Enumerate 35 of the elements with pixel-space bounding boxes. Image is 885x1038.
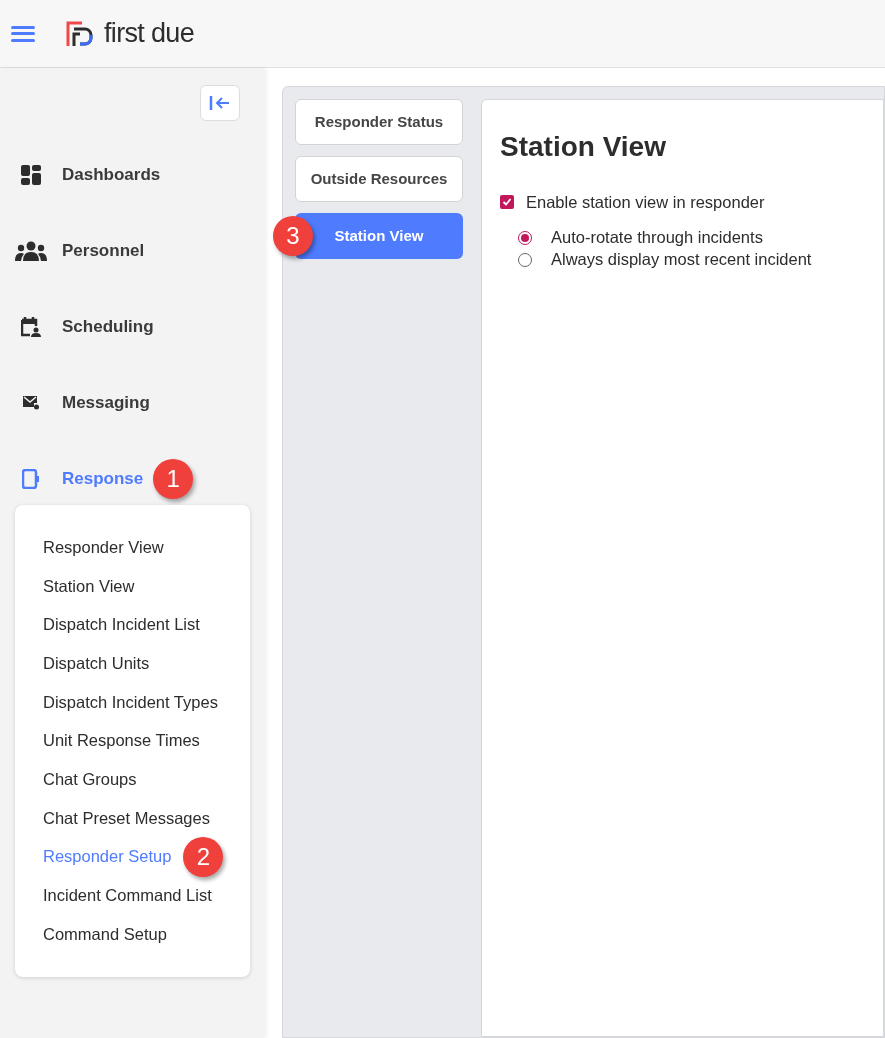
submenu-item[interactable]: Dispatch Units xyxy=(43,651,150,676)
submenu-item[interactable]: Station View xyxy=(43,573,135,599)
callout-badge: 1 xyxy=(153,459,194,499)
submenu-item[interactable]: Unit Response Times xyxy=(43,728,200,754)
nav-item[interactable]: Personnel xyxy=(62,238,145,264)
submenu-item[interactable]: Dispatch Incident List xyxy=(43,612,200,638)
tab[interactable]: Responder Status xyxy=(295,99,463,145)
mail-icon xyxy=(23,395,39,411)
submenu-item[interactable]: Responder Setup xyxy=(43,844,172,870)
submenu-item[interactable]: Responder View xyxy=(43,534,164,560)
radio-label: Auto-rotate through incidents xyxy=(551,227,763,249)
submenu-item[interactable]: Dispatch Incident Types xyxy=(43,689,218,715)
nav-item[interactable]: Messaging xyxy=(62,390,150,416)
menu-icon[interactable] xyxy=(11,23,35,44)
logo-text: first due xyxy=(104,17,194,51)
submenu-item[interactable]: Command Setup xyxy=(43,921,167,947)
nav-item[interactable]: Dashboards xyxy=(62,162,161,188)
calendar-person-icon xyxy=(21,317,41,337)
section-title: Station View xyxy=(500,130,667,164)
submenu-item[interactable]: Incident Command List xyxy=(43,883,212,908)
dashboard-icon xyxy=(21,165,41,185)
people-icon xyxy=(15,241,47,261)
logo-icon xyxy=(65,19,94,48)
collapse-icon xyxy=(209,95,231,111)
callout-badge: 2 xyxy=(183,836,224,877)
device-icon xyxy=(22,469,40,489)
checkbox-label: Enable station view in responder xyxy=(526,192,765,213)
nav-item[interactable]: Scheduling xyxy=(62,314,154,340)
checkbox[interactable] xyxy=(500,195,514,210)
callout-badge: 3 xyxy=(273,216,313,256)
radio-label: Always display most recent incident xyxy=(551,249,812,271)
submenu-item[interactable]: Chat Preset Messages xyxy=(43,805,210,831)
submenu-item[interactable]: Chat Groups xyxy=(43,767,137,792)
collapse-sidebar-button[interactable] xyxy=(200,85,240,121)
tab[interactable]: Outside Resources xyxy=(295,156,463,202)
